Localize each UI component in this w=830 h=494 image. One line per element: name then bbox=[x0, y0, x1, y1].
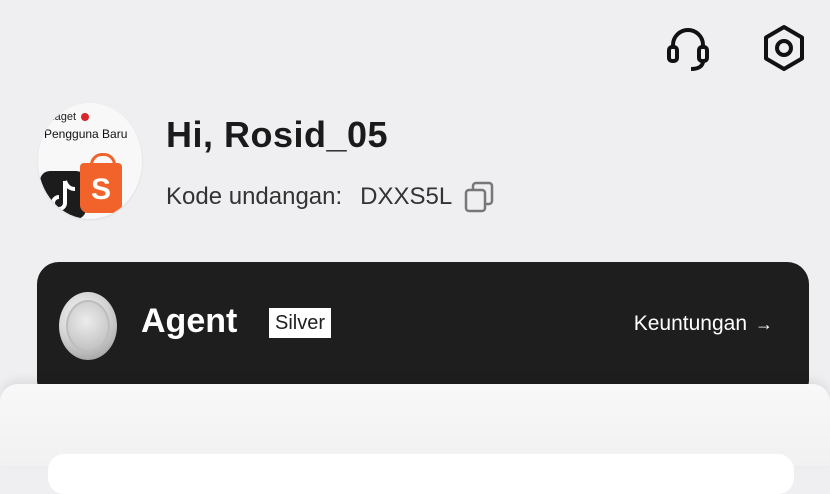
profile-avatar[interactable]: ng Kaget Pengguna Baru S bbox=[38, 103, 142, 219]
silver-medal-icon bbox=[59, 292, 117, 360]
invite-code-label: Kode undangan: bbox=[166, 183, 343, 210]
settings-gear-icon bbox=[764, 25, 804, 71]
avatar-promo-text: ng Kaget bbox=[38, 111, 77, 123]
agent-tier-card[interactable]: Agent Silver Keuntungan → bbox=[37, 262, 809, 402]
customer-service-button[interactable] bbox=[662, 22, 714, 74]
user-greeting: Hi, Rosid_05 bbox=[166, 114, 389, 155]
content-panel bbox=[0, 384, 830, 494]
shopee-logo-icon: S bbox=[80, 163, 122, 213]
benefits-link-label: Keuntungan bbox=[633, 312, 747, 335]
promo-dot-icon bbox=[81, 113, 90, 122]
copy-icon bbox=[464, 181, 494, 213]
invite-code-row: Kode undangan: DXXS5L bbox=[166, 180, 496, 214]
copy-code-button[interactable] bbox=[462, 180, 496, 214]
agent-title: Agent bbox=[141, 302, 238, 340]
invite-code-value: DXXS5L bbox=[360, 183, 453, 210]
tier-badge: Silver bbox=[269, 308, 332, 338]
headset-icon bbox=[667, 28, 709, 71]
settings-button[interactable] bbox=[758, 22, 810, 74]
avatar-promo-subtext: Pengguna Baru bbox=[44, 127, 128, 141]
arrow-right-icon: → bbox=[755, 313, 773, 334]
content-card bbox=[48, 454, 794, 494]
benefits-link[interactable]: Keuntungan → bbox=[634, 312, 773, 336]
top-actions bbox=[662, 22, 810, 74]
